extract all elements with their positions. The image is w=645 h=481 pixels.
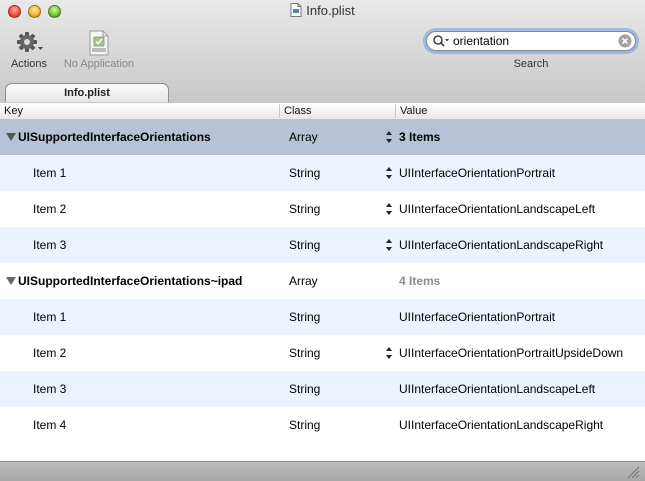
search-label: Search (513, 58, 549, 70)
up-down-arrows-icon[interactable] (385, 202, 393, 216)
no-application-button[interactable]: No Application (58, 30, 140, 70)
row-key: Item 1 (33, 310, 67, 324)
row-value[interactable]: UIInterfaceOrientationLandscapeLeft (399, 371, 645, 407)
toolbar-area: Info.plist Actions No Application orient… (0, 0, 645, 104)
window-title-text: Info.plist (306, 3, 355, 18)
row-key: Item 3 (33, 238, 67, 252)
row-key: Item 1 (33, 166, 67, 180)
up-down-arrows-icon[interactable] (385, 130, 393, 144)
row-class[interactable]: String (289, 335, 385, 371)
plist-outline: UISupportedInterfaceOrientations Array 3… (0, 119, 645, 461)
row-key: Item 3 (33, 382, 67, 396)
row-key: Item 2 (33, 202, 67, 216)
plist-editor-window: Info.plist Actions No Application orient… (0, 0, 645, 481)
column-header-class[interactable]: Class (280, 104, 396, 118)
column-header-key[interactable]: Key (0, 104, 280, 118)
search-input[interactable] (426, 31, 636, 51)
up-down-arrows-icon[interactable] (385, 166, 393, 180)
column-header: Key Class Value (0, 103, 645, 120)
plist-file-icon (89, 30, 109, 56)
tab-bar: Info.plist (0, 81, 645, 103)
table-row[interactable]: UISupportedInterfaceOrientations~ipad Ar… (0, 263, 645, 299)
gear-icon (17, 32, 43, 52)
table-row[interactable]: Item 2 String UIInterfaceOrientationLand… (0, 191, 645, 227)
row-key: Item 2 (33, 346, 67, 360)
actions-label: Actions (10, 58, 48, 70)
row-value[interactable]: UIInterfaceOrientationLandscapeLeft (399, 191, 645, 227)
row-value[interactable]: 3 Items (399, 119, 645, 155)
table-row[interactable]: Item 2 String UIInterfaceOrientationPort… (0, 335, 645, 371)
row-class[interactable]: Array (289, 263, 385, 299)
row-value[interactable]: UIInterfaceOrientationPortrait (399, 299, 645, 335)
row-class[interactable]: String (289, 155, 385, 191)
row-class[interactable]: String (289, 227, 385, 263)
row-class[interactable]: String (289, 299, 385, 335)
table-row[interactable]: UISupportedInterfaceOrientations Array 3… (0, 119, 645, 155)
table-row[interactable]: Item 3 String UIInterfaceOrientationLand… (0, 227, 645, 263)
window-title: Info.plist (0, 3, 645, 18)
row-class[interactable]: String (289, 191, 385, 227)
resize-grip-icon[interactable] (626, 465, 640, 479)
row-value[interactable]: 4 Items (399, 263, 645, 299)
table-row[interactable]: Item 3 String UIInterfaceOrientationLand… (0, 371, 645, 407)
table-row[interactable]: Item 4 String UIInterfaceOrientationLand… (0, 407, 645, 443)
plist-document-icon (290, 3, 302, 17)
tab-info-plist[interactable]: Info.plist (5, 83, 169, 102)
row-class[interactable]: String (289, 407, 385, 443)
column-header-value[interactable]: Value (396, 104, 645, 118)
no-application-label: No Application (63, 58, 135, 70)
search-icon (433, 35, 449, 47)
row-value[interactable]: UIInterfaceOrientationPortrait (399, 155, 645, 191)
row-value[interactable]: UIInterfaceOrientationPortraitUpsideDown (399, 335, 645, 371)
up-down-arrows-icon[interactable] (385, 346, 393, 360)
row-class[interactable]: String (289, 371, 385, 407)
row-key: UISupportedInterfaceOrientations (18, 130, 211, 144)
up-down-arrows-icon[interactable] (385, 238, 393, 252)
actions-button[interactable]: Actions (6, 30, 52, 70)
row-class[interactable]: Array (289, 119, 385, 155)
row-key: UISupportedInterfaceOrientations~ipad (18, 274, 243, 288)
search-field[interactable] (426, 31, 636, 51)
bottom-bar (0, 461, 645, 481)
row-value[interactable]: UIInterfaceOrientationLandscapeRight (399, 227, 645, 263)
row-key: Item 4 (33, 418, 67, 432)
clear-search-icon[interactable] (618, 34, 632, 48)
row-value[interactable]: UIInterfaceOrientationLandscapeRight (399, 407, 645, 443)
table-row[interactable]: Item 1 String UIInterfaceOrientationPort… (0, 299, 645, 335)
table-row[interactable]: Item 1 String UIInterfaceOrientationPort… (0, 155, 645, 191)
